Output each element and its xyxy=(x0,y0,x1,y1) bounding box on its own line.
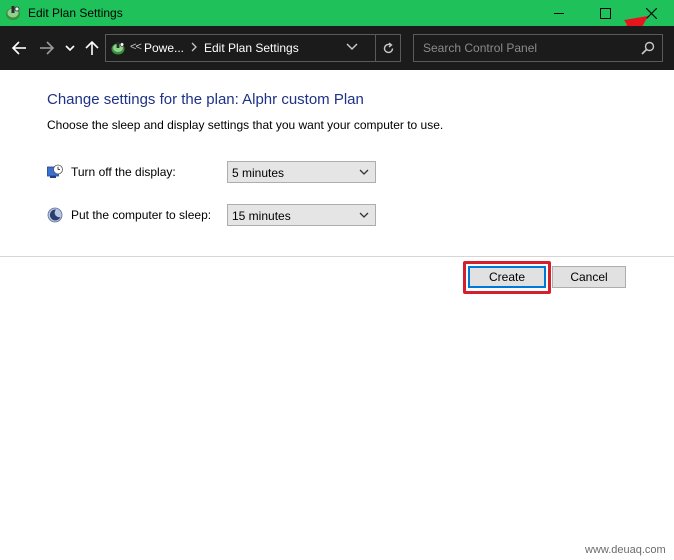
overflow-chevron[interactable]: << xyxy=(130,41,142,53)
search-placeholder[interactable]: Search Control Panel xyxy=(423,41,537,55)
cancel-button[interactable]: Cancel xyxy=(552,266,626,288)
arrow-right-icon xyxy=(40,41,55,55)
recent-locations-button[interactable] xyxy=(63,38,77,58)
arrow-up-icon xyxy=(85,40,99,55)
sleep-moon-icon xyxy=(47,207,63,223)
window-title: Edit Plan Settings xyxy=(28,6,123,20)
power-options-icon xyxy=(6,6,20,20)
display-timeout-label: Turn off the display: xyxy=(71,165,176,179)
title-bar: Edit Plan Settings xyxy=(0,0,674,26)
chevron-down-icon[interactable] xyxy=(346,43,358,51)
page-description: Choose the sleep and display settings th… xyxy=(47,118,444,132)
chevron-down-icon xyxy=(359,169,369,175)
display-timeout-select[interactable]: 5 minutes xyxy=(227,161,376,183)
watermark: www.deuaq.com xyxy=(585,544,666,556)
create-button[interactable]: Create xyxy=(468,266,546,288)
chevron-down-icon xyxy=(359,212,369,218)
chevron-down-icon xyxy=(65,45,75,52)
display-timeout-value: 5 minutes xyxy=(232,166,285,180)
forward-button[interactable] xyxy=(36,38,58,58)
minimize-icon xyxy=(553,12,564,14)
breadcrumb-power-options[interactable]: Powe... xyxy=(144,41,184,55)
breadcrumb-edit-plan-settings[interactable]: Edit Plan Settings xyxy=(204,41,299,55)
chevron-right-icon[interactable] xyxy=(190,42,198,52)
minimize-button[interactable] xyxy=(536,0,582,26)
address-bar[interactable]: << Powe... Edit Plan Settings xyxy=(105,34,401,62)
content-divider xyxy=(0,256,674,257)
arrow-left-icon xyxy=(11,41,26,55)
navigation-bar: << Powe... Edit Plan Settings Search Con… xyxy=(0,26,674,70)
display-timer-icon xyxy=(47,164,63,178)
up-button[interactable] xyxy=(82,38,102,58)
sleep-timeout-value: 15 minutes xyxy=(232,209,291,223)
refresh-button[interactable] xyxy=(375,35,401,61)
page-heading: Change settings for the plan: Alphr cust… xyxy=(47,91,364,108)
sleep-timeout-select[interactable]: 15 minutes xyxy=(227,204,376,226)
search-box[interactable]: Search Control Panel xyxy=(413,34,663,62)
back-button[interactable] xyxy=(8,38,30,58)
sleep-timeout-label: Put the computer to sleep: xyxy=(71,208,212,222)
refresh-icon xyxy=(383,41,394,53)
power-options-icon xyxy=(111,42,125,55)
search-icon[interactable] xyxy=(641,41,655,55)
